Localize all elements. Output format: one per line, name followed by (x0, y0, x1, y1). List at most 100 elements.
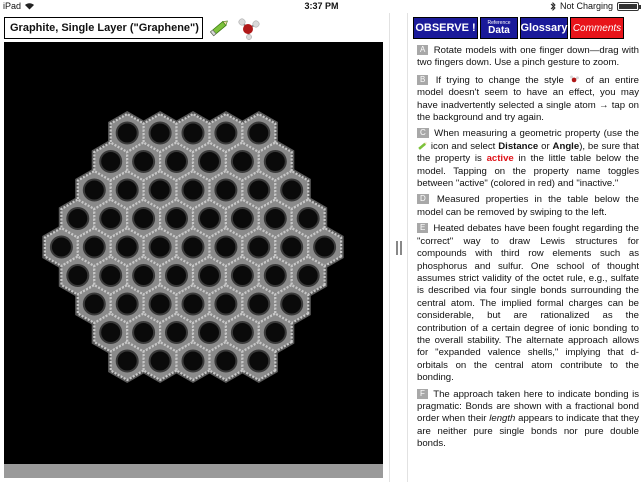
hex-hole (132, 207, 156, 230)
hex-hole (230, 150, 254, 173)
hex-hole (214, 349, 238, 373)
hex-hole (230, 321, 254, 344)
length-term: length (489, 413, 516, 425)
hex-hole (280, 235, 304, 259)
hex-hole (230, 207, 254, 230)
hex-hole (263, 207, 287, 230)
hex-hole (99, 150, 123, 173)
note-e-text: Heated debates have been fought regardin… (417, 223, 639, 384)
hex-hole (115, 178, 139, 202)
nav-buttons: OBSERVE ! Reference Data Glossary Commen… (413, 17, 624, 39)
note-c-or: or (541, 140, 550, 152)
note-e: E Heated debates have been fought regard… (417, 223, 639, 384)
hex-hole (247, 349, 271, 373)
comments-button[interactable]: Comments (570, 17, 624, 39)
hex-hole (115, 121, 139, 145)
hex-hole (181, 292, 205, 316)
hex-hole (66, 264, 90, 287)
note-b-text-1: If trying to change the style (435, 74, 564, 86)
hex-hole (247, 292, 271, 316)
hex-hole (99, 264, 123, 287)
hex-hole (181, 178, 205, 202)
note-c-tag: C (417, 128, 429, 139)
hex-hole (99, 207, 123, 230)
hex-hole (214, 178, 238, 202)
measurement-table[interactable] (4, 464, 383, 478)
hex-hole (214, 292, 238, 316)
hex-hole (296, 207, 320, 230)
hex-hole (82, 292, 106, 316)
status-bar: iPad 3:37 PM Not Charging (0, 0, 643, 13)
hex-hole (148, 121, 172, 145)
hex-hole (66, 207, 90, 230)
note-b: B If trying to change the style of an en… (417, 74, 639, 125)
note-a-text: Rotate models with one finger down—drag … (417, 45, 639, 69)
hex-hole (148, 235, 172, 259)
hex-hole (198, 150, 221, 173)
hex-hole (115, 349, 139, 373)
note-c-text-1: When measuring a geometric property (use… (434, 128, 639, 140)
note-c-text-2: icon and select (430, 140, 496, 152)
battery-icon (617, 1, 641, 11)
hex-hole (49, 235, 73, 259)
molecule-viewer[interactable] (4, 42, 383, 464)
note-d-tag: D (417, 194, 429, 205)
hex-hole (181, 349, 205, 373)
note-b-tag: B (417, 74, 429, 85)
note-a: A Rotate models with one finger down—dra… (417, 45, 639, 70)
hex-hole (263, 150, 287, 173)
note-a-tag: A (417, 45, 429, 55)
status-time: 3:37 PM (304, 1, 339, 11)
molecule-style-icon[interactable] (236, 16, 262, 40)
reference-data-button[interactable]: Reference Data (480, 17, 518, 39)
notes-text: A Rotate models with one finger down—dra… (417, 45, 639, 455)
model-panel: Graphite, Single Layer ("Graphene") (0, 13, 389, 482)
hex-hole (165, 150, 188, 173)
status-right: Not Charging (550, 1, 641, 11)
hex-hole (198, 264, 221, 287)
hex-hole (280, 292, 304, 316)
hex-hole (165, 321, 188, 344)
hex-hole (132, 321, 156, 344)
hex-hole (263, 264, 287, 287)
hex-hole (181, 121, 205, 145)
hex-hole (263, 321, 287, 344)
hex-hole (82, 178, 106, 202)
observe-button[interactable]: OBSERVE ! (413, 17, 478, 39)
hex-hole (132, 150, 156, 173)
hex-hole (148, 178, 172, 202)
distance-term: Distance (498, 140, 539, 152)
molecule-style-icon-inline (570, 75, 580, 83)
hex-hole (198, 321, 221, 344)
hex-hole (82, 235, 106, 259)
model-title[interactable]: Graphite, Single Layer ("Graphene") (4, 17, 203, 39)
hex-hole (148, 349, 172, 373)
data-label: Data (488, 24, 510, 36)
hex-hole (230, 264, 254, 287)
note-e-tag: E (417, 223, 429, 234)
hex-hole (198, 207, 221, 230)
divider-grip-left (396, 241, 398, 255)
hex-hole (148, 292, 172, 316)
pencil-icon[interactable] (208, 19, 230, 37)
note-c: C When measuring a geometric property (u… (417, 128, 639, 190)
note-f-tag: F (417, 388, 428, 399)
hex-hole (99, 321, 123, 344)
hex-hole (296, 264, 320, 287)
pencil-icon-inline (418, 142, 427, 150)
hex-hole (214, 235, 238, 259)
graphene-model (42, 111, 344, 383)
panel-divider[interactable] (389, 13, 408, 482)
bluetooth-icon (550, 1, 556, 11)
hex-hole (280, 178, 304, 202)
glossary-button[interactable]: Glossary (520, 17, 568, 39)
active-term: active (486, 153, 514, 165)
hex-hole (247, 178, 271, 202)
hex-hole (214, 121, 238, 145)
notes-panel: OBSERVE ! Reference Data Glossary Commen… (411, 13, 643, 482)
hex-hole (115, 292, 139, 316)
hex-hole (165, 207, 188, 230)
hex-hole (115, 235, 139, 259)
hex-hole (165, 264, 188, 287)
hex-hole (313, 235, 337, 259)
